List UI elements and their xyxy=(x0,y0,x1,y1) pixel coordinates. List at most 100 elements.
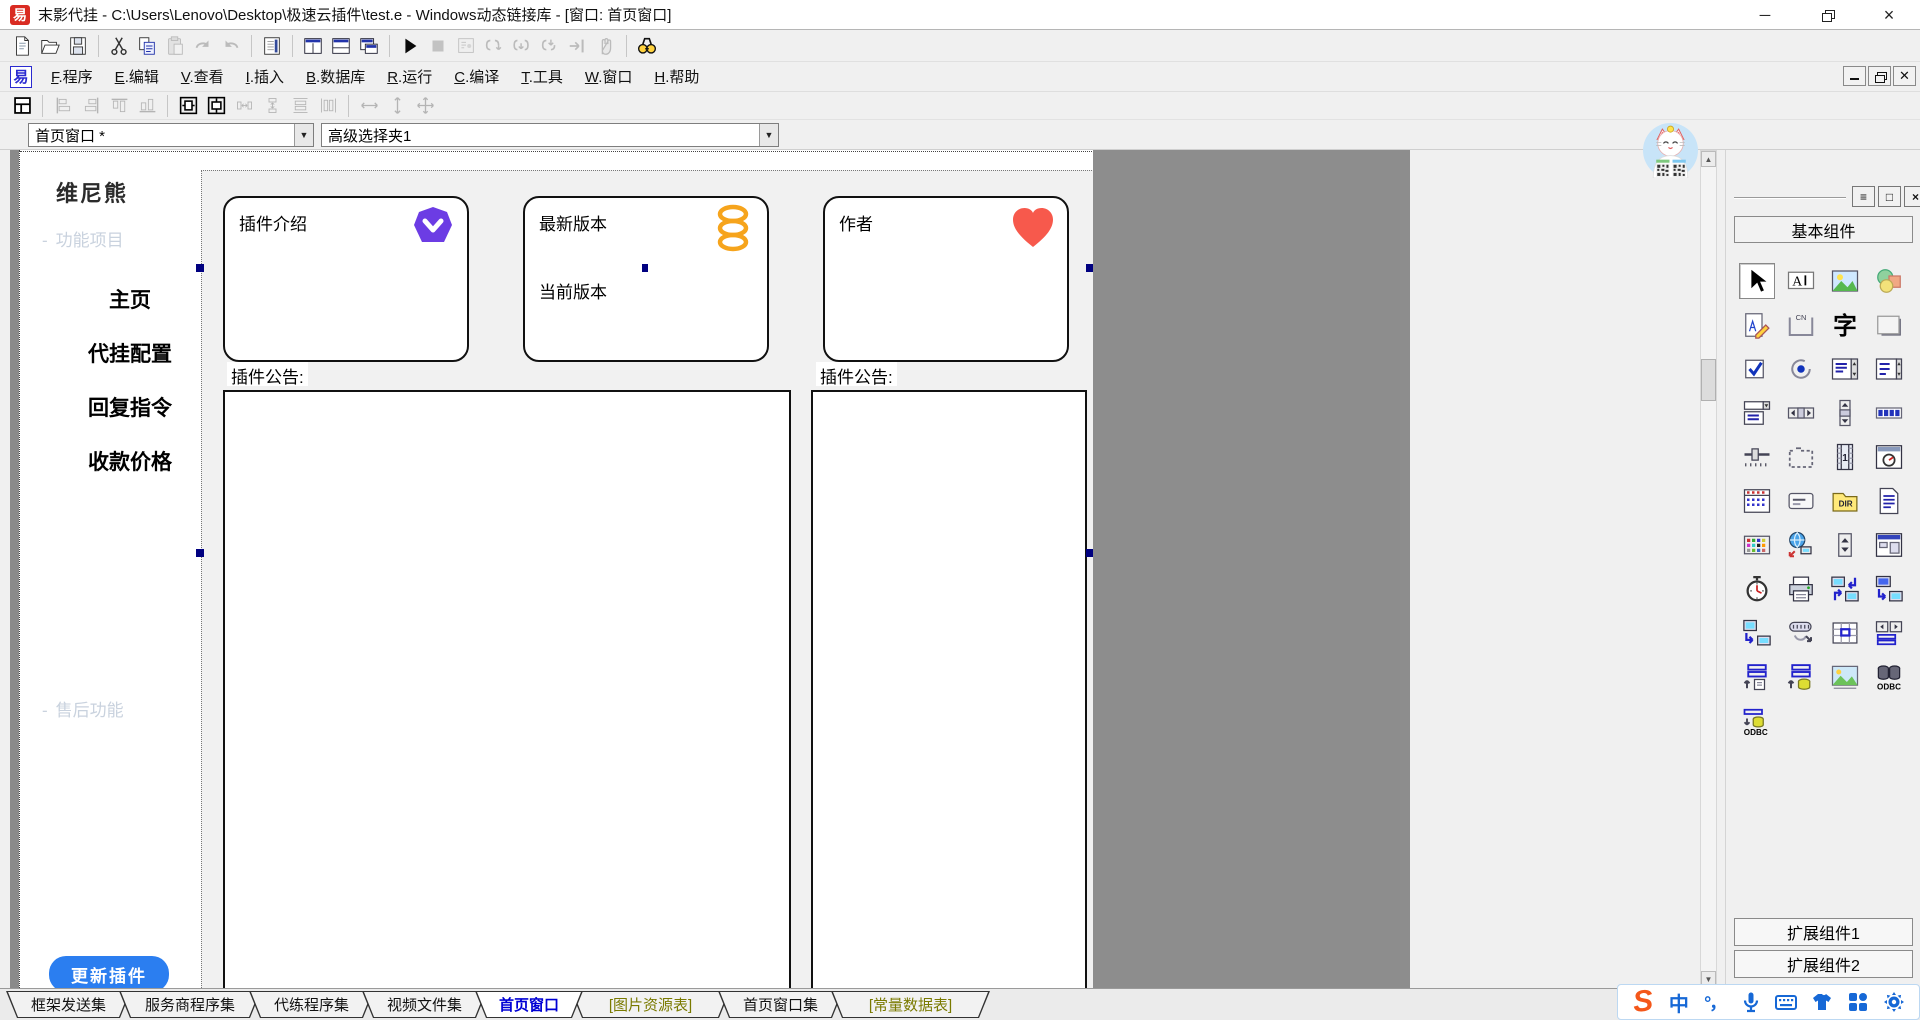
center-vertical-icon[interactable] xyxy=(203,93,229,119)
close-button[interactable]: × xyxy=(1858,0,1920,30)
announcement-box[interactable] xyxy=(811,390,1087,988)
toolbox-shade-button[interactable]: ≡ xyxy=(1852,186,1875,207)
animation-box-tool-icon[interactable]: 1 xyxy=(1827,439,1863,475)
open-file-icon[interactable] xyxy=(37,33,63,59)
chevron-down-icon[interactable]: ▼ xyxy=(294,124,313,146)
run-button-icon[interactable] xyxy=(397,33,423,59)
punctuation-icon[interactable]: °， xyxy=(1698,987,1732,1017)
dir-list-box-tool-icon[interactable]: DIR xyxy=(1827,483,1863,519)
panel-component-tool-icon[interactable] xyxy=(1871,307,1907,343)
find-button-icon[interactable] xyxy=(634,33,660,59)
form-grid-toggle-icon[interactable] xyxy=(9,93,35,119)
window-selector[interactable]: 首页窗口 * ▼ xyxy=(28,123,314,147)
net-receive-tool-icon[interactable] xyxy=(1739,615,1775,651)
form-nav-item[interactable]: 主页 xyxy=(40,284,220,314)
keyboard-icon[interactable] xyxy=(1770,987,1804,1017)
toolbox-close-button[interactable]: × xyxy=(1904,186,1920,207)
sogou-logo-icon[interactable]: S xyxy=(1626,987,1660,1017)
announcement-box[interactable] xyxy=(223,390,791,988)
form-design-canvas[interactable]: 维尼熊 -功能项目 主页代挂配置回复指令收款价格 -售后功能 更新插件 插件介绍… xyxy=(19,150,1093,988)
bottom-tab[interactable]: 代练程序集 xyxy=(249,991,374,1018)
export-to-file-tool-icon[interactable] xyxy=(1739,659,1775,695)
timer-clock-tool-icon[interactable] xyxy=(1739,571,1775,607)
list-box-tool-icon[interactable] xyxy=(1827,351,1863,387)
elang-program-icon[interactable]: 易 xyxy=(10,66,32,88)
restore-button[interactable] xyxy=(1796,0,1858,30)
selection-handle[interactable] xyxy=(1086,264,1093,272)
update-plugin-button[interactable]: 更新插件 xyxy=(49,956,169,988)
shape-group-tool-icon[interactable] xyxy=(1871,263,1907,299)
menu-r[interactable]: R.运行 xyxy=(376,62,443,91)
selection-handle[interactable] xyxy=(642,264,648,272)
bottom-tab[interactable]: 服务商程序集 xyxy=(119,991,261,1018)
bottom-tab[interactable]: 首页窗口集 xyxy=(718,991,843,1018)
odbc-dual-tool-icon[interactable]: ODBC xyxy=(1871,659,1907,695)
toolbox-maximize-button[interactable]: □ xyxy=(1878,186,1901,207)
bottom-tab[interactable]: 首页窗口 xyxy=(475,991,583,1018)
window-ex-tool-icon[interactable] xyxy=(1871,527,1907,563)
form-nav-item[interactable]: 收款价格 xyxy=(40,446,220,476)
cut-button-icon[interactable] xyxy=(106,33,132,59)
extended-components-1-button[interactable]: 扩展组件1 xyxy=(1734,918,1913,946)
container-selector[interactable]: 高级选择夹1 ▼ xyxy=(321,123,779,147)
net-exchange-tool-icon[interactable] xyxy=(1827,571,1863,607)
checkbox-component-tool-icon[interactable] xyxy=(1739,351,1775,387)
scrollbar-thumb[interactable] xyxy=(1701,359,1716,401)
h-scrollbar-tool-icon[interactable] xyxy=(1783,395,1819,431)
form-nav-item[interactable]: 回复指令 xyxy=(40,392,220,422)
form-nav-item[interactable]: 代挂配置 xyxy=(40,338,220,368)
month-calendar-tool-icon[interactable] xyxy=(1739,483,1775,519)
settings-gear-icon[interactable] xyxy=(1877,987,1911,1017)
checked-list-box-tool-icon[interactable] xyxy=(1871,351,1907,387)
menu-w[interactable]: W.窗口 xyxy=(574,62,644,91)
color-palette-tool-icon[interactable] xyxy=(1739,527,1775,563)
menu-e[interactable]: E.编辑 xyxy=(104,62,170,91)
new-file-icon[interactable] xyxy=(9,33,35,59)
updown-spin-tool-icon[interactable] xyxy=(1827,527,1863,563)
mdi-restore-button[interactable] xyxy=(1868,66,1891,86)
net-send-tool-icon[interactable] xyxy=(1871,571,1907,607)
mdi-minimize-button[interactable] xyxy=(1843,66,1866,86)
selection-handle[interactable] xyxy=(1086,549,1093,557)
picture-box-tool-icon[interactable] xyxy=(1827,263,1863,299)
frame-cn-tool-icon[interactable]: CN xyxy=(1783,307,1819,343)
menu-b[interactable]: B.数据库 xyxy=(295,62,376,91)
bottom-tab[interactable]: 框架发送集 xyxy=(6,991,131,1018)
label-component-tool-icon[interactable]: A xyxy=(1783,263,1819,299)
export-to-database-tool-icon[interactable] xyxy=(1783,659,1819,695)
data-grid-tool-icon[interactable] xyxy=(1827,615,1863,651)
card-edit-tool-icon[interactable] xyxy=(1783,483,1819,519)
menu-f[interactable]: F.程序 xyxy=(40,62,104,91)
v-scrollbar-tool-icon[interactable] xyxy=(1827,395,1863,431)
menu-v[interactable]: V.查看 xyxy=(170,62,235,91)
serial-port-tool-icon[interactable] xyxy=(1783,615,1819,651)
odbc-single-tool-icon[interactable]: ODBC xyxy=(1739,703,1775,739)
bottom-tab[interactable]: [常量数据表] xyxy=(831,991,990,1018)
toolbox-grid-icon[interactable] xyxy=(1841,987,1875,1017)
center-horizontal-icon[interactable] xyxy=(175,93,201,119)
group-box-tool-icon[interactable] xyxy=(1783,439,1819,475)
skin-icon[interactable] xyxy=(1805,987,1839,1017)
gauge-window-tool-icon[interactable] xyxy=(1871,439,1907,475)
card-plugin-intro[interactable]: 插件介绍 xyxy=(223,196,469,362)
chevron-down-icon[interactable]: ▼ xyxy=(759,124,778,146)
selection-handle[interactable] xyxy=(196,264,204,272)
menu-c[interactable]: C.编译 xyxy=(443,62,510,91)
selection-handle[interactable] xyxy=(196,549,204,557)
scroll-up-icon[interactable]: ▲ xyxy=(1701,151,1716,167)
slider-bar-tool-icon[interactable] xyxy=(1739,439,1775,475)
vertical-scrollbar[interactable]: ▲ ▼ xyxy=(1700,150,1717,988)
chinese-mode-icon[interactable]: 中 xyxy=(1662,987,1696,1017)
card-author[interactable]: 作者 xyxy=(823,196,1069,362)
static-text-tool-icon[interactable]: 字 xyxy=(1827,307,1863,343)
form-window-edge[interactable] xyxy=(10,150,19,988)
radio-button-tool-icon[interactable] xyxy=(1783,351,1819,387)
window-split-vertical-icon[interactable] xyxy=(328,33,354,59)
rich-edit-tool-icon[interactable] xyxy=(1871,483,1907,519)
extended-components-2-button[interactable]: 扩展组件2 xyxy=(1734,950,1913,978)
combo-box-tool-icon[interactable] xyxy=(1739,395,1775,431)
save-file-icon[interactable] xyxy=(65,33,91,59)
image-chart-tool-icon[interactable] xyxy=(1827,659,1863,695)
cursor-select-tool-icon[interactable] xyxy=(1739,263,1775,299)
view-code-button-icon[interactable] xyxy=(259,33,285,59)
